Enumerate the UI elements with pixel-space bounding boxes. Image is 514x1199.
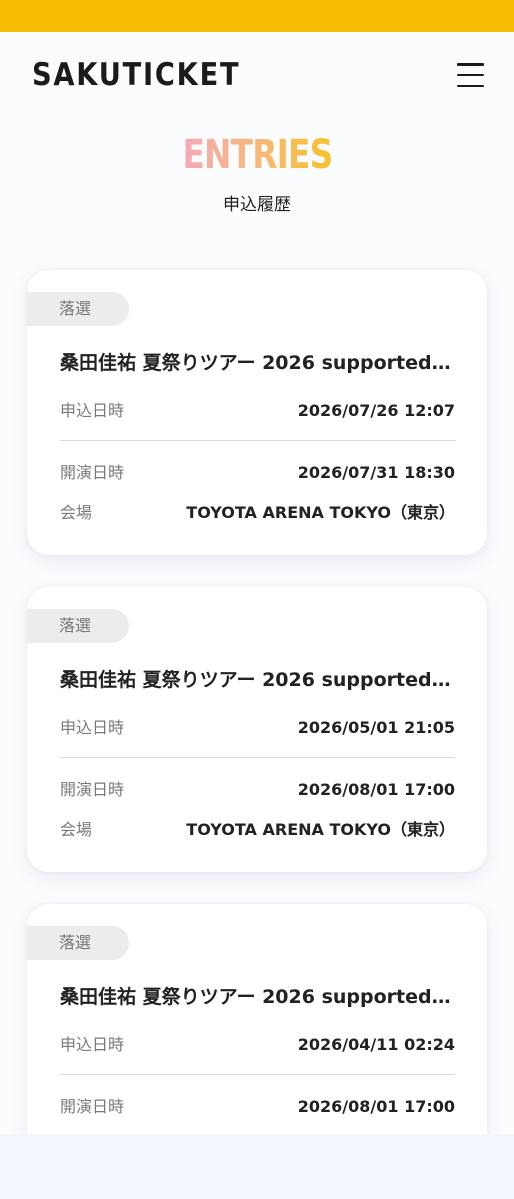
- card-divider: [60, 440, 455, 441]
- entry-card[interactable]: 落選 桑田佳祐 夏祭りツアー 2026 supported by 〇〇 申込日時…: [27, 587, 487, 872]
- show-row: 開演日時 2026/07/31 18:30: [60, 460, 455, 486]
- menu-line: [457, 63, 484, 66]
- event-title: 桑田佳祐 夏祭りツアー 2026 supported by 〇〇: [60, 669, 455, 691]
- show-label: 開演日時: [60, 463, 125, 482]
- page-title-block: ENTRIES 申込履歴: [0, 132, 514, 215]
- venue-label: 会場: [60, 820, 93, 839]
- venue-row: 会場 TOYOTA ARENA TOKYO（東京）: [60, 817, 455, 843]
- page-subtitle: 申込履歴: [223, 195, 291, 215]
- applied-row: 申込日時 2026/04/11 02:24: [60, 1032, 455, 1058]
- page-title: ENTRIES: [182, 132, 333, 178]
- show-value: 2026/08/01 17:00: [297, 1097, 455, 1116]
- applied-value: 2026/04/11 02:24: [297, 1035, 455, 1054]
- applied-value: 2026/07/26 12:07: [297, 401, 455, 420]
- sakuticket-logo[interactable]: SAKUTICKET: [32, 56, 240, 94]
- venue-value: TOYOTA ARENA TOKYO（東京）: [186, 820, 455, 839]
- site-header: SAKUTICKET: [0, 32, 514, 118]
- event-title: 桑田佳祐 夏祭りツアー 2026 supported by 〇〇: [60, 352, 455, 374]
- applied-row: 申込日時 2026/05/01 21:05: [60, 715, 455, 741]
- entries-page: SAKUTICKET ENTRIES 申込履歴 落選 桑田佳祐 夏祭りツアー 2…: [0, 32, 514, 1134]
- show-row: 開演日時 2026/08/01 17:00: [60, 777, 455, 803]
- applied-label: 申込日時: [60, 718, 125, 737]
- bottom-area: [0, 1134, 514, 1199]
- card-divider: [60, 757, 455, 758]
- applied-row: 申込日時 2026/07/26 12:07: [60, 398, 455, 424]
- applied-label: 申込日時: [60, 1035, 125, 1054]
- show-value: 2026/07/31 18:30: [297, 463, 455, 482]
- venue-row: 会場 TOYOTA ARENA TOKYO（東京）: [60, 500, 455, 526]
- applied-value: 2026/05/01 21:05: [297, 718, 455, 737]
- status-badge: 落選: [27, 292, 129, 326]
- venue-value: TOYOTA ARENA TOKYO（東京）: [186, 503, 455, 522]
- show-label: 開演日時: [60, 780, 125, 799]
- entry-card[interactable]: 落選 桑田佳祐 夏祭りツアー 2026 supported by 〇〇 申込日時…: [27, 270, 487, 555]
- show-row: 開演日時 2026/08/01 17:00: [60, 1094, 455, 1120]
- menu-line: [457, 84, 484, 87]
- applied-label: 申込日時: [60, 401, 125, 420]
- entry-card[interactable]: 落選 桑田佳祐 夏祭りツアー 2026 supported by 〇〇 申込日時…: [27, 904, 487, 1134]
- menu-line: [457, 73, 484, 77]
- top-accent-bar: [0, 0, 514, 32]
- show-label: 開演日時: [60, 1097, 125, 1116]
- hamburger-menu-icon[interactable]: [457, 63, 485, 87]
- status-badge: 落選: [27, 926, 129, 960]
- event-title: 桑田佳祐 夏祭りツアー 2026 supported by 〇〇: [60, 986, 455, 1008]
- card-divider: [60, 1074, 455, 1075]
- show-value: 2026/08/01 17:00: [297, 780, 455, 799]
- status-badge: 落選: [27, 609, 129, 643]
- venue-label: 会場: [60, 503, 93, 522]
